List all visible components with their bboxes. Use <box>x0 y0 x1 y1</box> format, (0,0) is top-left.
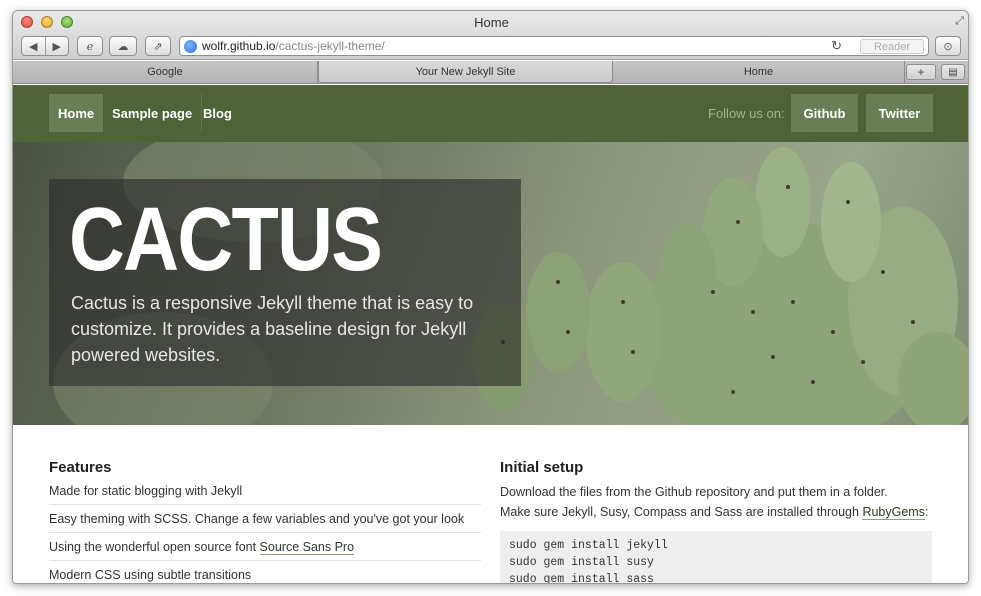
reader-button[interactable]: Reader <box>860 39 924 54</box>
setup-heading: Initial setup <box>500 459 584 476</box>
feature-text: Using the wonderful open source font <box>49 540 260 554</box>
address-bar[interactable]: wolfr.github.io/cactus-jekyll-theme/ ↻ R… <box>179 36 929 56</box>
code-block: sudo gem install jekyll sudo gem install… <box>500 531 932 584</box>
setup-section: Initial setup Download the files from th… <box>500 459 932 584</box>
code-line: sudo gem install sass <box>509 573 654 584</box>
ie-icon[interactable]: ℯ <box>77 36 103 56</box>
main-content: Features Made for static blogging with J… <box>13 425 968 584</box>
reload-icon[interactable]: ↻ <box>831 38 842 54</box>
rubygems-link[interactable]: RubyGems <box>862 505 925 520</box>
hero-overlay: CACTUS Cactus is a responsive Jekyll the… <box>49 179 521 386</box>
tab-bar: Google Your New Jekyll Site Home + ▤ <box>13 61 968 84</box>
hero-banner: CACTUS Cactus is a responsive Jekyll the… <box>13 142 968 425</box>
features-section: Features Made for static blogging with J… <box>49 459 481 583</box>
setup-line-2-text: Make sure Jekyll, Susy, Compass and Sass… <box>500 505 863 519</box>
browser-toolbar: Home ⤢ ◀ ▶ ℯ ☁ ⇗ wolfr.github.io/cactus-… <box>13 11 968 60</box>
tab-google[interactable]: Google <box>13 61 318 83</box>
download-icon[interactable]: ⊙ <box>935 36 961 56</box>
fullscreen-icon[interactable]: ⤢ <box>955 15 964 28</box>
source-sans-pro-link[interactable]: Source Sans Pro <box>259 540 355 555</box>
url-host: wolfr.github.io <box>202 39 276 53</box>
globe-icon <box>184 39 197 53</box>
share-icon[interactable]: ⇗ <box>145 36 171 56</box>
feature-item: Modern CSS using subtle transitions <box>49 561 481 583</box>
feature-item: Using the wonderful open source font Sou… <box>49 533 481 561</box>
code-line: sudo gem install susy <box>509 556 654 569</box>
setup-line-2-end: : <box>924 505 929 519</box>
url-path: /cactus-jekyll-theme/ <box>275 39 385 53</box>
tab-home[interactable]: Home <box>613 61 905 83</box>
add-tab-icon[interactable]: + <box>906 64 936 80</box>
nav-home[interactable]: Home <box>49 94 104 132</box>
browser-window: Home ⤢ ◀ ▶ ℯ ☁ ⇗ wolfr.github.io/cactus-… <box>12 10 969 584</box>
hero-title: CACTUS <box>69 190 383 290</box>
setup-line-1: Download the files from the Github repos… <box>500 485 888 499</box>
tab-jekyll-site[interactable]: Your New Jekyll Site <box>318 61 613 83</box>
github-button[interactable]: Github <box>791 94 858 132</box>
setup-line-2: Make sure Jekyll, Susy, Compass and Sass… <box>500 502 932 522</box>
tab-list-icon[interactable]: ▤ <box>941 64 965 80</box>
nav-blog[interactable]: Blog <box>194 94 241 132</box>
feature-item: Made for static blogging with Jekyll <box>49 482 481 505</box>
back-icon[interactable]: ◀ <box>22 40 45 53</box>
twitter-button[interactable]: Twitter <box>866 94 933 132</box>
cloud-icon[interactable]: ☁ <box>109 36 137 56</box>
window-title: Home <box>474 15 509 30</box>
site-navigation: Home Sample page Blog Follow us on: Gith… <box>13 85 968 142</box>
code-line: sudo gem install jekyll <box>509 539 668 552</box>
features-heading: Features <box>49 459 112 476</box>
back-forward-buttons: ◀ ▶ <box>21 36 69 56</box>
nav-sample-page[interactable]: Sample page <box>103 94 203 132</box>
forward-icon[interactable]: ▶ <box>46 40 69 53</box>
follow-label: Follow us on: <box>708 106 785 121</box>
hero-description: Cactus is a responsive Jekyll theme that… <box>71 293 474 365</box>
setup-paragraph: Download the files from the Github repos… <box>500 482 932 522</box>
feature-item: Easy theming with SCSS. Change a few var… <box>49 505 481 533</box>
